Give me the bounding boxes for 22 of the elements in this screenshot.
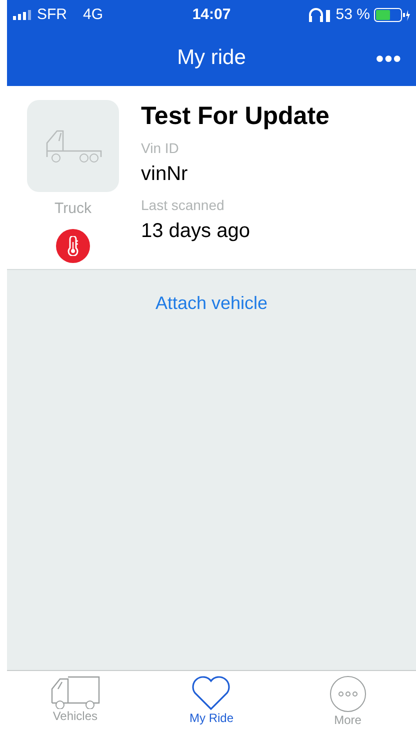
tab-button[interactable]: My Ride: [143, 671, 280, 730]
screen-title: My ride: [177, 45, 246, 72]
vin-value: vinNr: [141, 162, 189, 187]
headphones-icon: [308, 8, 332, 22]
scanned-value: 13 days ago: [141, 219, 251, 244]
battery-percent: 53 %: [336, 4, 370, 25]
battery-icon: [374, 8, 410, 22]
more-icon: [328, 675, 367, 713]
heart-icon: [191, 675, 232, 711]
carrier-label: SFR: [37, 4, 67, 25]
field-label: Vin ID: [141, 139, 180, 158]
field-label: Last scanned: [141, 196, 226, 215]
vehicle-type: Truck: [54, 199, 92, 219]
more-button[interactable]: •••: [376, 42, 402, 74]
clock: 14:07: [192, 4, 231, 25]
vehicle-name: Test For Update: [141, 101, 330, 132]
truck-icon: [50, 675, 100, 709]
attach-vehicle-link[interactable]: Attach vehicle: [155, 290, 268, 317]
tab-button[interactable]: Vehicles: [7, 671, 144, 730]
network-label: 4G: [83, 4, 104, 25]
signal-icon: [13, 10, 33, 20]
tab-button[interactable]: More: [280, 671, 416, 730]
